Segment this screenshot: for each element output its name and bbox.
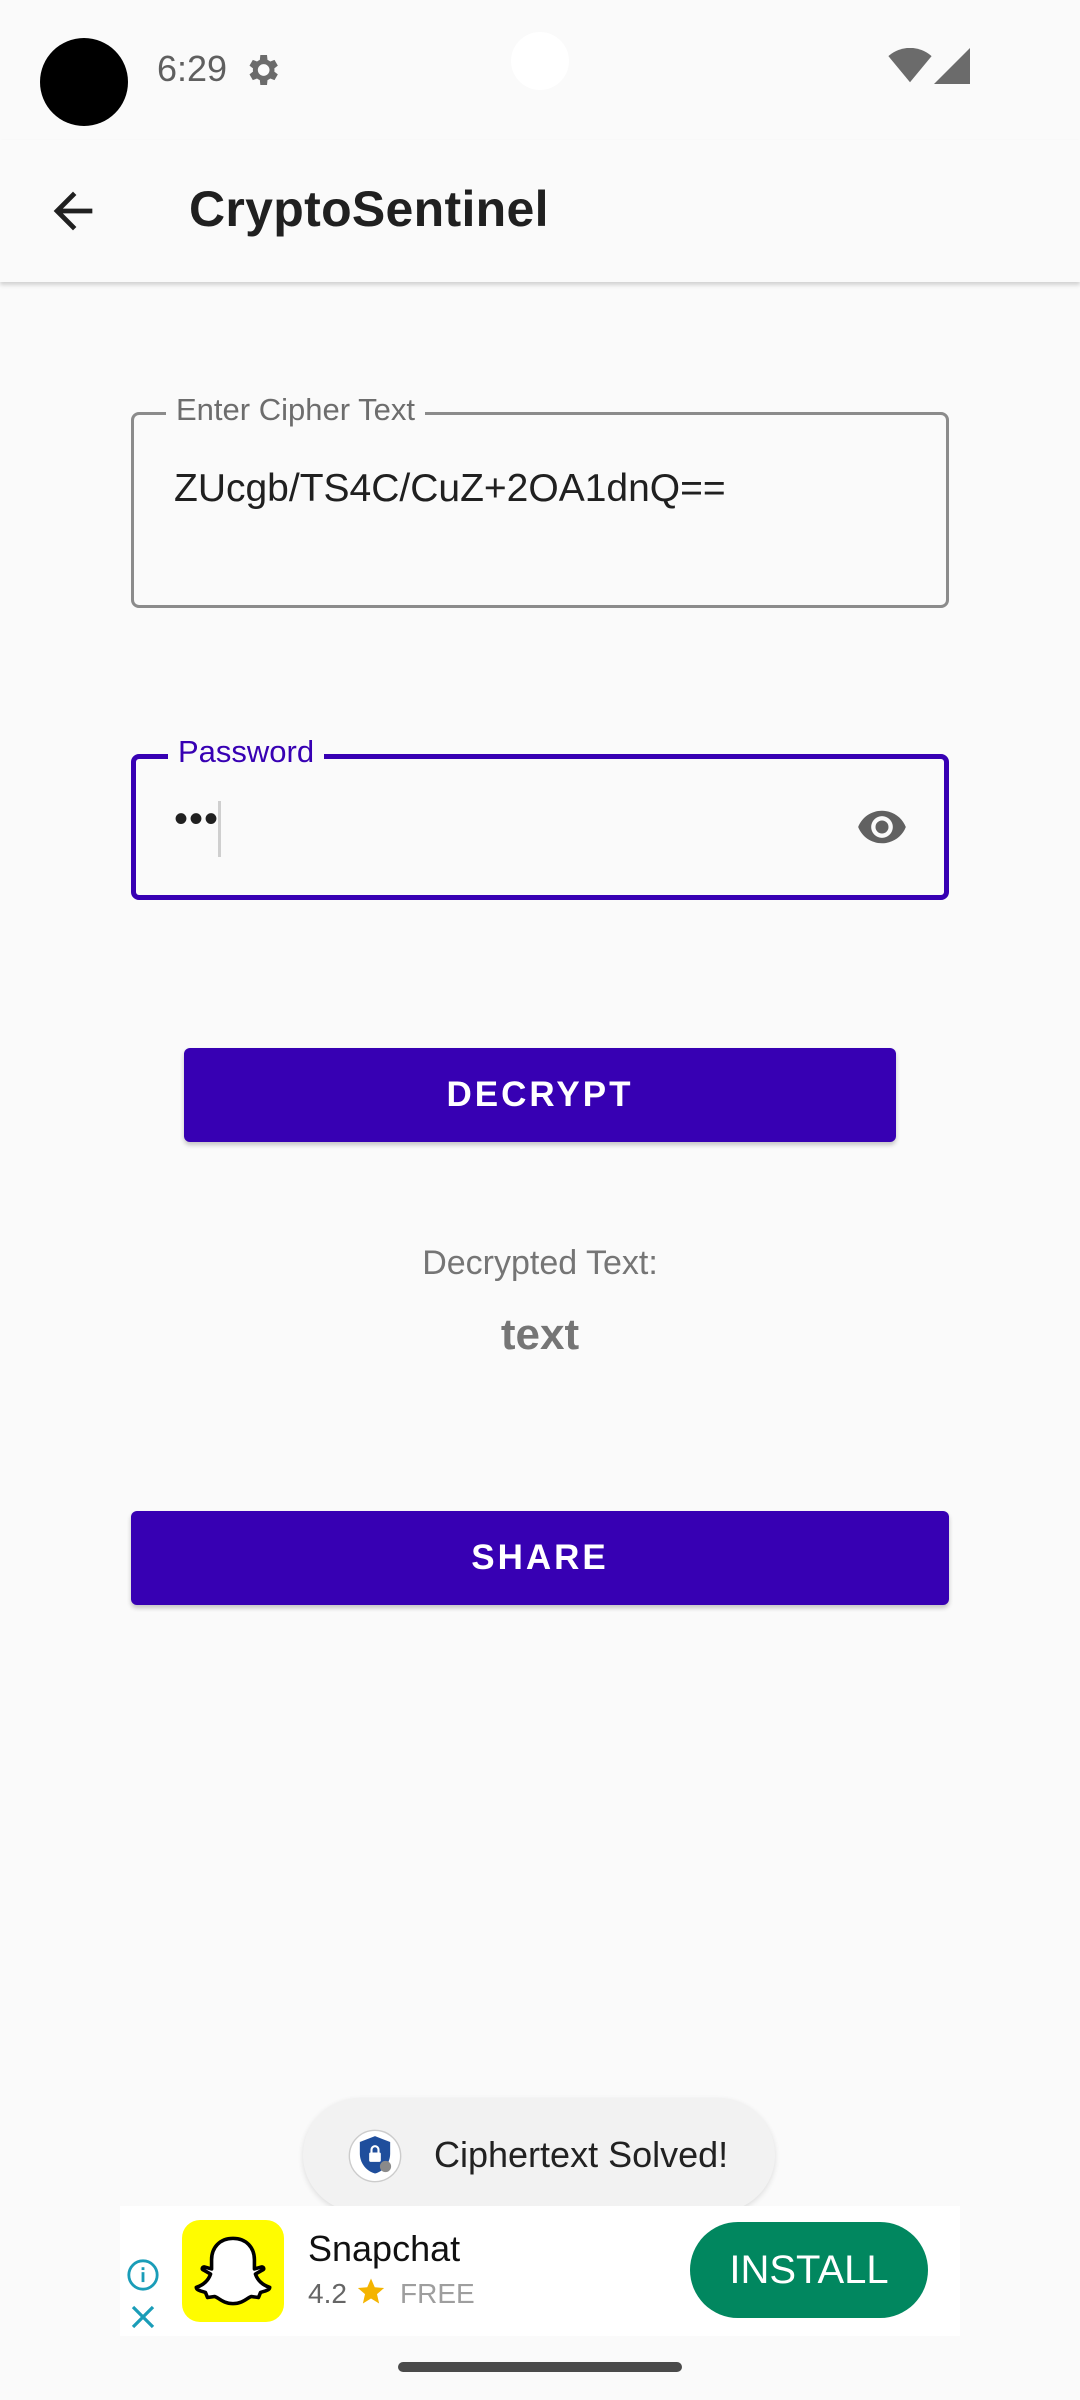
snapchat-ghost-icon xyxy=(194,2236,272,2306)
star-icon xyxy=(357,2278,385,2304)
page-title: CryptoSentinel xyxy=(189,181,549,237)
ad-rating: 4.2 xyxy=(308,2278,347,2309)
status-time: 6:29 xyxy=(157,48,228,89)
show-password-eye-icon[interactable] xyxy=(850,801,914,853)
ad-price: FREE xyxy=(400,2278,475,2309)
status-avatar-dot xyxy=(40,38,128,126)
ad-banner[interactable]: Snapchat 4.2 FREE INSTALL xyxy=(120,2206,960,2336)
ad-info-icon[interactable] xyxy=(126,2258,160,2292)
password-value[interactable]: ••• xyxy=(174,797,219,842)
share-button[interactable]: SHARE xyxy=(131,1511,949,1605)
cell-signal-icon xyxy=(934,48,970,84)
home-indicator[interactable] xyxy=(398,2362,682,2372)
text-cursor xyxy=(218,801,221,857)
password-input[interactable]: Password ••• xyxy=(131,733,949,900)
ad-app-name[interactable]: Snapchat xyxy=(308,2228,460,2270)
decrypt-button[interactable]: DECRYPT xyxy=(184,1048,896,1142)
install-button[interactable]: INSTALL xyxy=(690,2222,928,2318)
toast-notification: Ciphertext Solved! xyxy=(303,2098,775,2212)
cipher-text-input[interactable]: Enter Cipher Text ZUcgb/TS4C/CuZ+2OA1dnQ… xyxy=(131,391,949,608)
app-shield-icon xyxy=(348,2129,402,2183)
settings-gear-icon xyxy=(249,55,278,85)
back-arrow-icon[interactable] xyxy=(44,182,102,240)
password-label: Password xyxy=(168,733,325,771)
decrypted-text-value: text xyxy=(500,1310,580,1359)
toast-message: Ciphertext Solved! xyxy=(434,2134,729,2175)
wifi-icon xyxy=(888,48,932,83)
decrypted-text-label: Decrypted Text: xyxy=(422,1244,658,1282)
snapchat-logo[interactable] xyxy=(182,2220,284,2322)
cipher-text-label: Enter Cipher Text xyxy=(166,391,425,429)
app-bar: CryptoSentinel xyxy=(0,140,1080,282)
status-bar: 6:29 xyxy=(0,0,1080,140)
cipher-text-value[interactable]: ZUcgb/TS4C/CuZ+2OA1dnQ== xyxy=(174,467,726,511)
camera-cutout xyxy=(511,32,569,90)
ad-close-icon[interactable] xyxy=(128,2302,158,2332)
